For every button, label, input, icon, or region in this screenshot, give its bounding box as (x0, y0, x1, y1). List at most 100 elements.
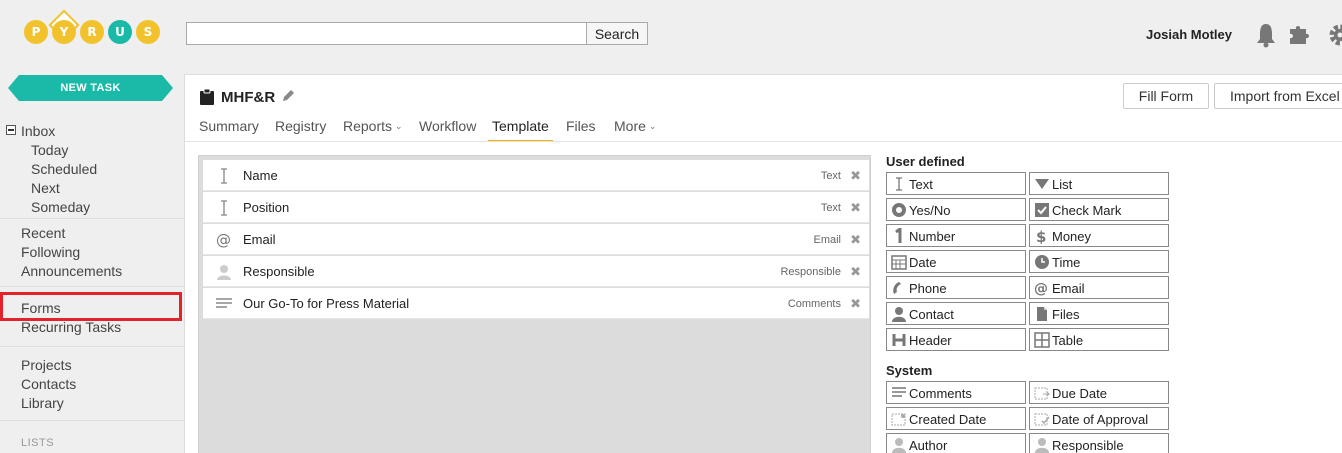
import-from-excel-button[interactable]: Import from Excel (1214, 83, 1342, 109)
palette-header-button[interactable]: Header (886, 328, 1026, 351)
sidebar-item-following[interactable]: Following (21, 244, 80, 260)
inbox-collapse-toggle[interactable] (6, 125, 16, 135)
palette-number-button[interactable]: Number (886, 224, 1026, 247)
search-input[interactable] (186, 22, 587, 45)
palette-files-button[interactable]: Files (1029, 302, 1169, 325)
tab-template[interactable]: Template (488, 118, 553, 142)
user-name[interactable]: Josiah Motley (1146, 27, 1232, 42)
remove-field-icon[interactable]: ✖ (850, 296, 861, 312)
field-row[interactable]: Responsible Responsible ✖ (203, 256, 869, 287)
tab-label: Reports (343, 118, 393, 134)
sidebar-item-projects[interactable]: Projects (21, 357, 72, 373)
sidebar-item-library[interactable]: Library (21, 395, 64, 411)
svg-text:@: @ (1034, 281, 1048, 296)
palette-time-button[interactable]: Time (1029, 250, 1169, 273)
system-heading: System (886, 363, 933, 378)
sidebar-item-recent[interactable]: Recent (21, 225, 65, 241)
palette-due-date-button[interactable]: Due Date (1029, 381, 1169, 404)
pencil-icon[interactable] (281, 89, 295, 103)
sidebar-item-contacts[interactable]: Contacts (21, 376, 76, 392)
sidebar-item-inbox[interactable]: Inbox (21, 123, 55, 139)
palette-email-button[interactable]: @ Email (1029, 276, 1169, 299)
tab-summary[interactable]: Summary (199, 118, 259, 142)
new-task-label: NEW TASK (60, 82, 121, 94)
palette-phone-button[interactable]: Phone (886, 276, 1026, 299)
palette-created-date-button[interactable]: Created Date (886, 407, 1026, 430)
main-panel: MHF&R Fill Form Import from Excel Summar… (184, 74, 1342, 453)
table-icon (1034, 332, 1050, 348)
palette-author-button[interactable]: Author (886, 433, 1026, 453)
palette-table-button[interactable]: Table (1029, 328, 1169, 351)
sidebar-item-announcements[interactable]: Announcements (21, 263, 122, 279)
palette-text-button[interactable]: Text (886, 172, 1026, 195)
svg-text:$: $ (1036, 228, 1046, 244)
text-cursor-icon (221, 200, 227, 216)
palette-label: Time (1052, 255, 1081, 270)
palette-check-mark-button[interactable]: Check Mark (1029, 198, 1169, 221)
lines-icon (216, 298, 232, 308)
tab-files[interactable]: Files (566, 118, 596, 142)
field-type: Responsible (780, 266, 841, 278)
bell-icon[interactable] (1254, 22, 1278, 48)
palette-label: Yes/No (909, 203, 951, 218)
palette-contact-button[interactable]: Contact (886, 302, 1026, 325)
logo-letter-u: U (108, 20, 132, 44)
fill-form-button[interactable]: Fill Form (1123, 83, 1209, 109)
palette-label: Email (1052, 281, 1085, 296)
palette-date-of-approval-button[interactable]: Date of Approval (1029, 407, 1169, 430)
field-label: Responsible (243, 264, 315, 279)
palette-label: Table (1052, 333, 1084, 348)
palette-money-button[interactable]: $ Money (1029, 224, 1169, 247)
radio-icon (892, 203, 906, 217)
calendar-icon (891, 255, 907, 270)
puzzle-icon[interactable] (1288, 22, 1312, 48)
field-type: Comments (787, 298, 841, 310)
field-row[interactable]: Name Text ✖ (203, 160, 869, 191)
lines-icon (892, 387, 906, 397)
field-row[interactable]: Our Go-To for Press Material Comments ✖ (203, 288, 869, 319)
template-field-list: Name Text ✖ Position Text ✖ @ Email Emai… (198, 155, 871, 453)
new-task-button[interactable]: NEW TASK (8, 75, 173, 101)
remove-field-icon[interactable]: ✖ (850, 200, 861, 216)
svg-text:@: @ (216, 231, 231, 249)
remove-field-icon[interactable]: ✖ (850, 264, 861, 280)
logo-letter-p: P (24, 20, 48, 44)
sidebar-lists-heading: LISTS (21, 437, 55, 449)
pyrus-logo[interactable]: P Y R U S (22, 9, 166, 52)
palette-date-button[interactable]: Date (886, 250, 1026, 273)
sidebar-item-today[interactable]: Today (31, 142, 68, 158)
logo-letter-r: R (80, 20, 104, 44)
due-date-icon (1034, 387, 1050, 400)
palette-label: Created Date (909, 412, 987, 427)
palette-label: Comments (909, 386, 972, 401)
file-icon (1037, 307, 1047, 321)
palette-responsible-button[interactable]: Responsible (1029, 433, 1169, 453)
field-row[interactable]: @ Email Email ✖ (203, 224, 869, 255)
tab-registry[interactable]: Registry (275, 118, 326, 142)
palette-list-button[interactable]: List (1029, 172, 1169, 195)
sidebar-item-someday[interactable]: Someday (31, 199, 90, 215)
tab-label: More (614, 118, 646, 134)
palette-yes-no-button[interactable]: Yes/No (886, 198, 1026, 221)
tab-label: Files (566, 118, 596, 134)
field-row[interactable]: Position Text ✖ (203, 192, 869, 223)
sidebar-item-next[interactable]: Next (31, 180, 60, 196)
sidebar-item-scheduled[interactable]: Scheduled (31, 161, 97, 177)
clock-icon (1035, 255, 1049, 269)
number-icon (895, 228, 902, 243)
person-icon (217, 265, 231, 280)
palette-comments-button[interactable]: Comments (886, 381, 1026, 404)
field-label: Position (243, 200, 290, 215)
search-button[interactable]: Search (586, 22, 648, 45)
remove-field-icon[interactable]: ✖ (850, 232, 861, 248)
sidebar-divider (0, 218, 184, 219)
tab-workflow[interactable]: Workflow (419, 118, 476, 142)
gear-icon[interactable] (1326, 22, 1342, 48)
palette-label: Author (909, 438, 948, 453)
tab-more[interactable]: More ⌄ (614, 118, 656, 142)
person-icon (1035, 438, 1049, 453)
remove-field-icon[interactable]: ✖ (850, 168, 861, 184)
sidebar-item-recurring-tasks[interactable]: Recurring Tasks (21, 319, 121, 335)
tab-reports[interactable]: Reports ⌄ (343, 118, 403, 142)
person-icon (892, 438, 906, 453)
